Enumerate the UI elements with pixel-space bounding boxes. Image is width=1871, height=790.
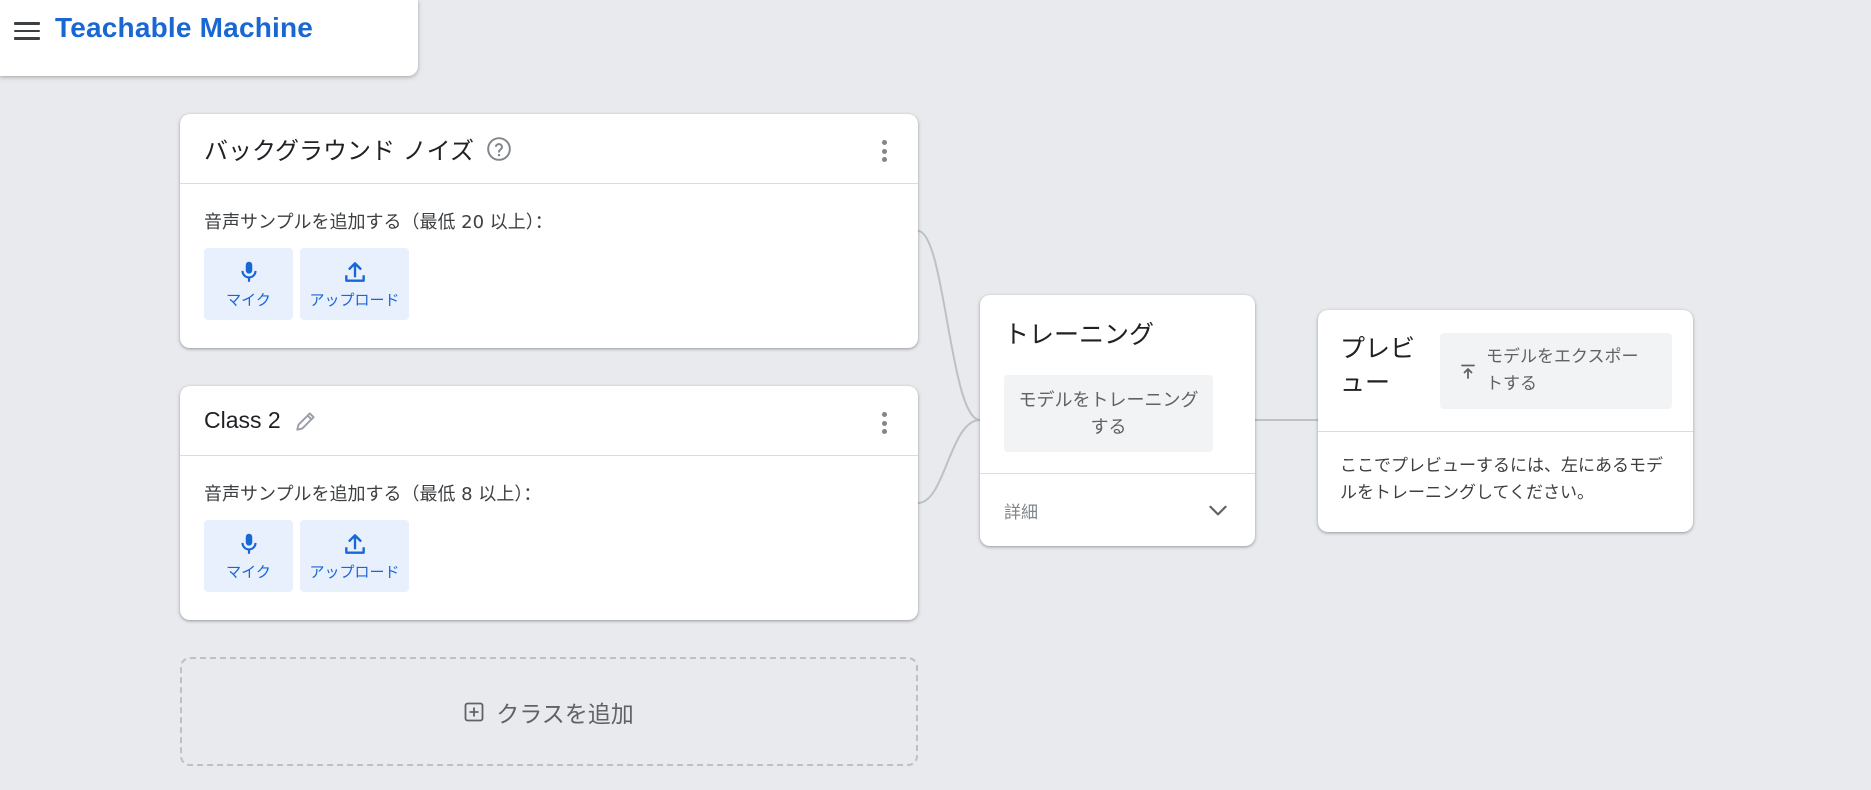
divider [1318, 431, 1693, 432]
class-title: バックグラウンド ノイズ [204, 137, 474, 165]
app-title[interactable]: Teachable Machine [55, 12, 313, 44]
more-options-icon[interactable] [880, 412, 888, 434]
microphone-icon [240, 533, 257, 554]
export-button-label: モデルをエクスポートする [1486, 347, 1639, 394]
add-class-label: クラスを追加 [496, 701, 634, 728]
hamburger-menu-icon[interactable] [14, 22, 40, 40]
mic-button[interactable]: マイク [204, 520, 293, 592]
advanced-label: 詳細 [1004, 502, 1038, 523]
mic-button-label: マイク [226, 290, 271, 309]
preview-message: ここでプレビューするには、左にあるモデルをトレーニングしてください。 [1340, 456, 1663, 503]
help-circle-icon[interactable] [486, 136, 512, 162]
app-header: Teachable Machine [0, 0, 418, 76]
train-model-button[interactable]: モデルをトレーニングする [1004, 375, 1213, 452]
class-card-class-2: Class 2 音声サンプルを追加する（最低 8 以上）： マイク アップロード [180, 386, 918, 620]
mic-button-label: マイク [226, 562, 271, 581]
advanced-toggle[interactable]: 詳細 [980, 474, 1255, 546]
preview-title: プレビュー [1340, 334, 1416, 397]
upload-button[interactable]: アップロード [300, 248, 409, 320]
class-card-header: バックグラウンド ノイズ [180, 114, 918, 184]
sample-instruction: 音声サンプルを追加する（最低 20 以上）： [204, 212, 553, 233]
upload-button[interactable]: アップロード [300, 520, 409, 592]
preview-card: プレビュー モデルをエクスポートする ここでプレビューするには、左にあるモデルを… [1318, 310, 1693, 532]
add-class-button[interactable]: クラスを追加 [180, 657, 918, 766]
connector-class1-to-training [917, 230, 981, 421]
more-options-icon[interactable] [880, 140, 888, 162]
export-model-button[interactable]: モデルをエクスポートする [1440, 333, 1672, 409]
class-card-header: Class 2 [180, 386, 918, 456]
upload-button-label: アップロード [309, 290, 400, 309]
class-card-body: 音声サンプルを追加する（最低 8 以上）： マイク アップロード [180, 456, 918, 592]
sample-instruction: 音声サンプルを追加する（最低 8 以上）： [204, 484, 542, 505]
training-card: トレーニング モデルをトレーニングする 詳細 [980, 295, 1255, 546]
chevron-down-icon [1209, 505, 1227, 516]
upload-button-label: アップロード [309, 562, 400, 581]
plus-box-icon [464, 702, 484, 721]
mic-button[interactable]: マイク [204, 248, 293, 320]
class-card-background-noise: バックグラウンド ノイズ 音声サンプルを追加する（最低 20 以上）： マイク [180, 114, 918, 348]
class-title: Class 2 [204, 407, 281, 433]
export-upload-icon [1461, 364, 1475, 379]
class-card-body: 音声サンプルを追加する（最低 20 以上）： マイク アップロード [180, 184, 918, 320]
pencil-icon[interactable] [293, 408, 319, 434]
training-title: トレーニング [1004, 320, 1155, 349]
upload-icon [344, 261, 365, 282]
microphone-icon [240, 261, 257, 282]
connector-class2-to-training [917, 419, 981, 504]
upload-icon [344, 533, 365, 554]
